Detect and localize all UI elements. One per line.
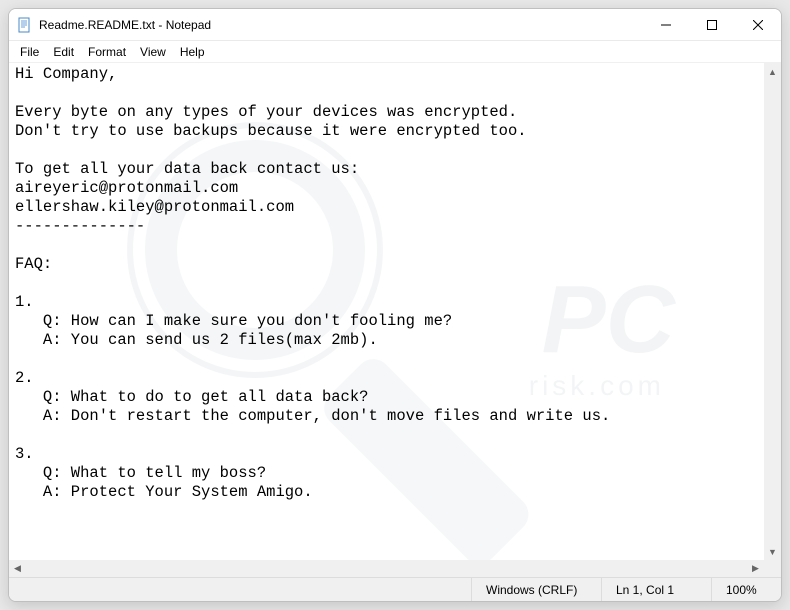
window-controls [643,9,781,40]
status-zoom: 100% [711,578,781,601]
horizontal-scrollbar[interactable]: ◀ ▶ [9,560,764,577]
scroll-left-icon[interactable]: ◀ [9,560,26,577]
statusbar: Windows (CRLF) Ln 1, Col 1 100% [9,577,781,601]
notepad-window: Readme.README.txt - Notepad File Edit Fo… [8,8,782,602]
menubar: File Edit Format View Help [9,41,781,63]
window-title: Readme.README.txt - Notepad [39,18,643,32]
menu-help[interactable]: Help [173,43,212,61]
menu-view[interactable]: View [133,43,173,61]
scroll-track-horizontal[interactable] [26,560,747,577]
notepad-icon [17,17,33,33]
scroll-track-vertical[interactable] [764,80,781,543]
close-button[interactable] [735,9,781,41]
maximize-button[interactable] [689,9,735,41]
menu-file[interactable]: File [13,43,46,61]
menu-edit[interactable]: Edit [46,43,81,61]
scroll-up-icon[interactable]: ▲ [764,63,781,80]
text-editor[interactable]: PC risk.com Hi Company, Every byte on an… [9,63,781,577]
vertical-scrollbar[interactable]: ▲ ▼ [764,63,781,560]
status-line-ending: Windows (CRLF) [471,578,601,601]
status-cursor-position: Ln 1, Col 1 [601,578,711,601]
scroll-down-icon[interactable]: ▼ [764,543,781,560]
minimize-button[interactable] [643,9,689,41]
scroll-corner [764,560,781,577]
menu-format[interactable]: Format [81,43,133,61]
scroll-right-icon[interactable]: ▶ [747,560,764,577]
titlebar: Readme.README.txt - Notepad [9,9,781,41]
document-content[interactable]: Hi Company, Every byte on any types of y… [15,65,763,575]
